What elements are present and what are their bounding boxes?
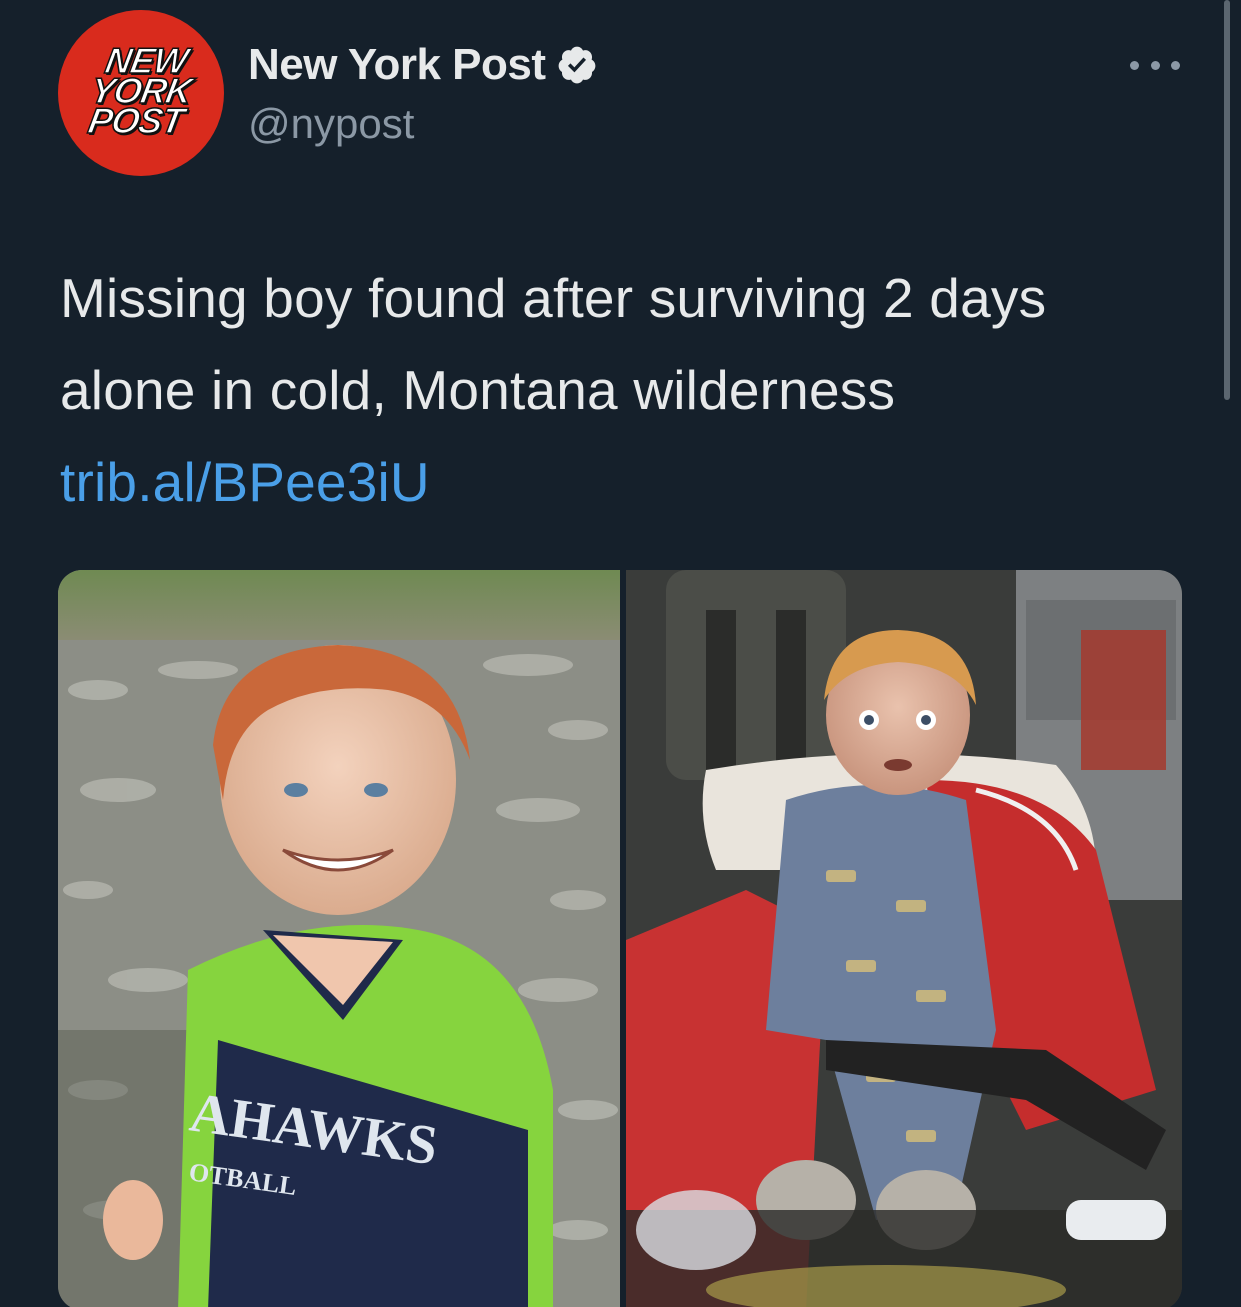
display-name[interactable]: New York Post <box>248 40 546 90</box>
tweet-card: NEW YORK POST New York Post @nypost Miss… <box>0 0 1241 1307</box>
photo-boy-ambulance[interactable] <box>626 570 1182 1307</box>
avatar[interactable]: NEW YORK POST <box>58 10 224 176</box>
handle[interactable]: @nypost <box>248 100 598 148</box>
verified-badge-icon <box>556 44 598 86</box>
tweet-text: Missing boy found after surviving 2 days… <box>60 252 1160 528</box>
tweet-media[interactable]: AHAWKS OTBALL <box>58 570 1182 1307</box>
tweet-body: Missing boy found after surviving 2 days… <box>60 267 1047 421</box>
more-options-icon[interactable] <box>1130 50 1180 80</box>
scrollbar[interactable] <box>1224 0 1230 400</box>
photo-boy-jersey[interactable]: AHAWKS OTBALL <box>58 570 620 1307</box>
tweet-link[interactable]: trib.al/BPee3iU <box>60 451 430 513</box>
account-info: New York Post @nypost <box>248 40 598 148</box>
avatar-logo: NEW YORK POST <box>83 39 199 142</box>
logo-line-3: POST <box>84 99 187 142</box>
